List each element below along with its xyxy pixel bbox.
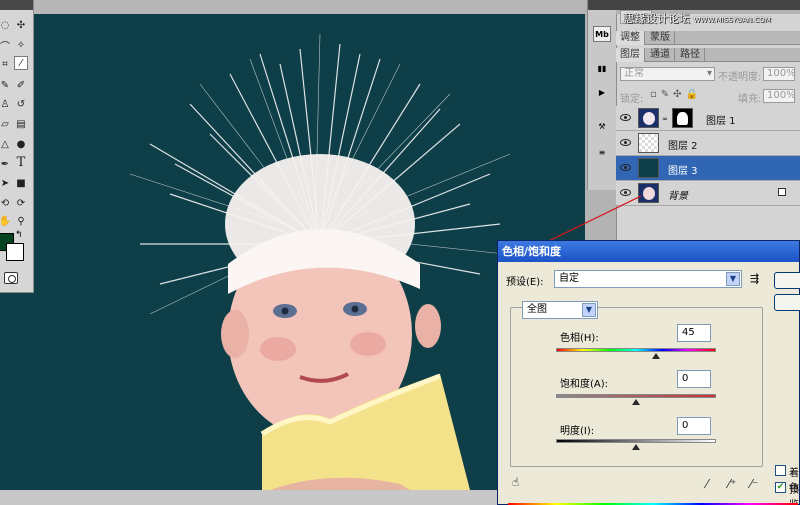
preset-label: 预设(E): xyxy=(506,277,544,288)
hue-input[interactable]: 45 xyxy=(677,324,711,342)
preview-checkbox[interactable]: ✔ xyxy=(775,482,786,493)
lightness-label: 明度(I): xyxy=(560,426,595,437)
hue-slider-track[interactable] xyxy=(556,348,716,352)
eyedropper-icon[interactable]: ⁄ xyxy=(706,477,708,491)
targeted-adjustment-icon[interactable]: ☝ xyxy=(512,475,519,489)
saturation-input[interactable]: 0 xyxy=(677,370,711,388)
channel-select[interactable]: 全图 ▼ xyxy=(522,301,598,319)
preview-label: 预览 xyxy=(789,485,799,505)
cancel-button[interactable] xyxy=(774,294,800,311)
saturation-slider-track[interactable] xyxy=(556,394,716,398)
eyedropper-plus-icon[interactable]: ⁄⁺ xyxy=(728,477,736,491)
adjustment-group xyxy=(510,307,763,467)
chevron-down-icon: ▼ xyxy=(582,303,596,317)
saturation-label: 饱和度(A): xyxy=(560,379,609,390)
preset-options-icon[interactable]: ⇶ xyxy=(750,272,759,285)
ok-button[interactable] xyxy=(774,272,800,289)
hue-label: 色相(H): xyxy=(560,333,599,344)
chevron-down-icon: ▼ xyxy=(726,272,740,286)
saturation-slider-thumb[interactable] xyxy=(632,399,640,405)
lightness-slider-thumb[interactable] xyxy=(632,444,640,450)
hue-saturation-dialog: 色相/饱和度 预设(E): 自定 ▼ ⇶ 全图 ▼ 色相(H): 45 饱和度(… xyxy=(497,240,800,505)
colorize-checkbox[interactable] xyxy=(775,465,786,476)
preset-select[interactable]: 自定 ▼ xyxy=(554,270,742,288)
eyedropper-minus-icon[interactable]: ⁄⁻ xyxy=(750,477,758,491)
hue-slider-thumb[interactable] xyxy=(652,353,660,359)
dialog-title[interactable]: 色相/饱和度 xyxy=(498,241,799,262)
lightness-slider-track[interactable] xyxy=(556,439,716,443)
lightness-input[interactable]: 0 xyxy=(677,417,711,435)
